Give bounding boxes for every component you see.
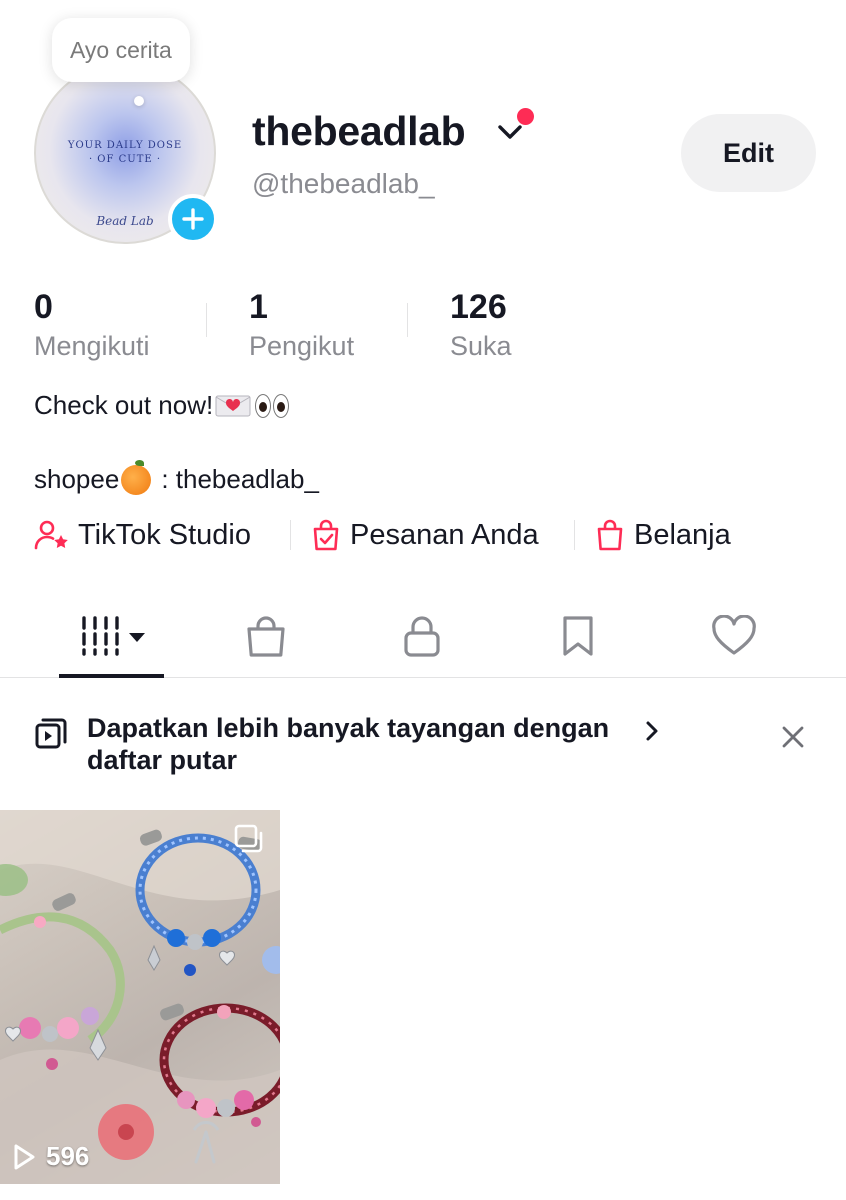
- tab-videos[interactable]: [64, 608, 160, 664]
- tab-liked[interactable]: [694, 608, 774, 664]
- multi-photo-icon: [234, 824, 263, 853]
- stat-following[interactable]: 0 Mengikuti: [34, 288, 150, 362]
- grid-icon: [82, 616, 145, 656]
- close-icon[interactable]: [780, 724, 806, 750]
- bracelet-product-photo: [0, 810, 280, 1184]
- video-view-count: 596: [12, 1141, 89, 1172]
- display-name[interactable]: thebeadlab: [252, 108, 466, 155]
- eye-shape: [273, 393, 290, 418]
- tiktok-studio-label: TikTok Studio: [78, 518, 251, 551]
- playlist-banner-text[interactable]: Dapatkan lebih banyak tayangan dengan da…: [87, 712, 647, 776]
- link-divider: [574, 520, 575, 550]
- stat-followers-value: 1: [249, 288, 268, 326]
- stat-divider: [206, 303, 207, 337]
- chevron-right-icon[interactable]: [644, 720, 660, 742]
- link-divider: [290, 520, 291, 550]
- bookmark-icon: [563, 616, 593, 656]
- shop-label: Belanja: [634, 518, 731, 551]
- avatar-text-line1: YOUR DAILY DOSE: [67, 140, 183, 151]
- bio-shop-handle: : thebeadlab_: [161, 464, 319, 494]
- tab-active-indicator: [59, 674, 164, 678]
- chevron-down-icon[interactable]: [496, 122, 524, 142]
- edit-profile-button[interactable]: Edit: [681, 114, 816, 192]
- video-views-value: 596: [46, 1141, 90, 1171]
- eyes-emoji-icon: [255, 393, 290, 418]
- notification-dot: [517, 108, 534, 125]
- profile-avatar-container[interactable]: YOUR DAILY DOSE · OF CUTE · Bead Lab: [34, 62, 218, 244]
- tab-private[interactable]: [382, 608, 462, 664]
- bio-line-1: Check out now!: [34, 390, 290, 421]
- bio-shop-prefix: shopee: [34, 464, 120, 494]
- shop-bag-icon: [597, 519, 623, 551]
- avatar-text-line2: · OF CUTE ·: [88, 154, 162, 165]
- story-prompt-text: Ayo cerita: [70, 36, 172, 63]
- stat-likes-label: Suka: [450, 331, 512, 361]
- eye-shape: [255, 393, 272, 418]
- tab-favorites[interactable]: [538, 608, 618, 664]
- stat-followers[interactable]: 1 Pengikut: [249, 288, 354, 362]
- shopping-bag-icon: [247, 616, 285, 657]
- stat-divider: [407, 303, 408, 337]
- love-letter-emoji-icon: [215, 395, 251, 416]
- orders-bag-icon: [313, 519, 339, 551]
- stat-following-value: 0: [34, 288, 53, 326]
- stat-likes-value: 126: [450, 288, 507, 326]
- stat-likes[interactable]: 126 Suka: [450, 288, 512, 362]
- heart-icon: [712, 615, 756, 655]
- lock-icon: [404, 616, 440, 657]
- playlist-icon: [35, 718, 67, 749]
- story-prompt-bubble[interactable]: Ayo cerita: [52, 18, 190, 82]
- stat-following-label: Mengikuti: [34, 331, 150, 361]
- plus-icon: [182, 208, 204, 230]
- tiktok-studio-link[interactable]: TikTok Studio: [34, 514, 251, 556]
- orders-label: Pesanan Anda: [350, 518, 539, 551]
- tab-shop[interactable]: [226, 608, 306, 664]
- play-icon: [14, 1144, 35, 1169]
- creator-star-icon: [34, 520, 68, 550]
- bio-text: Check out now!: [34, 390, 214, 420]
- story-bubble-tail: [134, 96, 144, 106]
- video-thumbnail[interactable]: 596: [0, 810, 280, 1184]
- stat-followers-label: Pengikut: [249, 331, 355, 361]
- bio-line-2: shopee : thebeadlab_: [34, 459, 319, 495]
- orders-link[interactable]: Pesanan Anda: [310, 514, 539, 556]
- shop-link[interactable]: Belanja: [594, 514, 731, 556]
- orange-emoji-icon: [121, 459, 152, 495]
- username: @thebeadlab_: [252, 168, 435, 199]
- add-story-button[interactable]: [168, 194, 218, 244]
